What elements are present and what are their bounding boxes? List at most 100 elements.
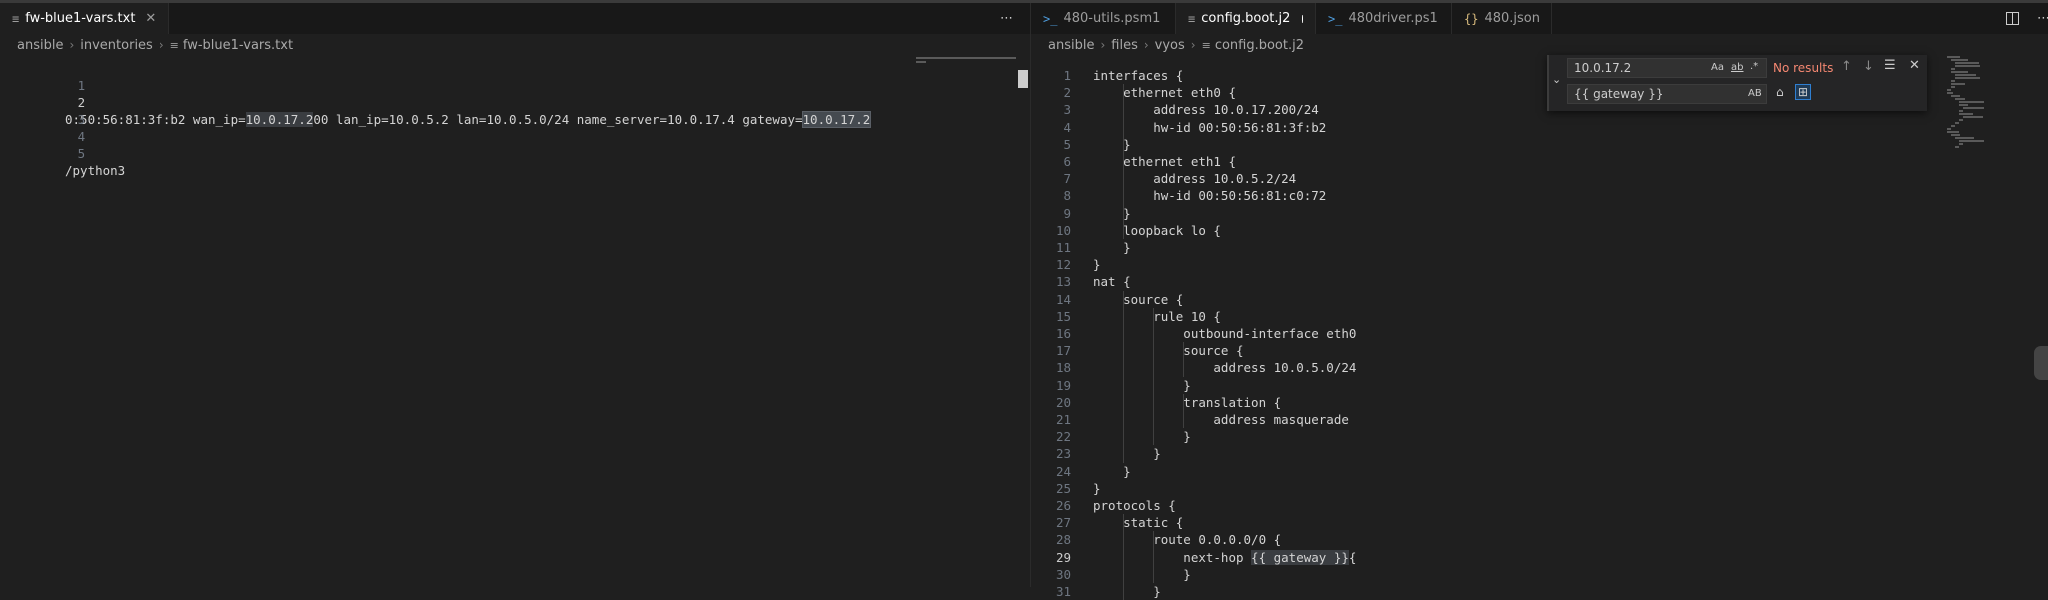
- file-text-icon: ≡: [1201, 38, 1211, 52]
- minimap-line: [1963, 116, 1983, 118]
- line-text: address 10.0.5.0/24: [1093, 360, 1357, 376]
- line-text: }: [1093, 446, 1161, 462]
- replace-one-icon[interactable]: ⌂: [1776, 85, 1784, 99]
- minimap-line: [1959, 110, 1963, 112]
- unsaved-dot-icon[interactable]: [1302, 14, 1303, 23]
- more-actions-icon[interactable]: ⋯: [1000, 11, 1013, 26]
- breadcrumb-item[interactable]: ansible: [1048, 38, 1094, 53]
- tab-480driver[interactable]: >_ 480driver.ps1: [1316, 3, 1452, 34]
- close-icon[interactable]: ✕: [145, 11, 156, 26]
- minimap-line: [1959, 101, 1985, 103]
- search-match: 10.0.17.2: [245, 112, 314, 127]
- tab-label: 480.json: [1484, 11, 1540, 26]
- line-text: rule 10 {: [1093, 308, 1221, 324]
- line-number: 12: [1055, 257, 1071, 273]
- find-replace-widget: ⌄ Aa ab .* No results ↑ ↓ ☰ ✕ AB ⌂ ⊞: [1547, 55, 1927, 111]
- line-number: 16: [1055, 326, 1071, 341]
- line-number: 3: [77, 112, 86, 127]
- right-editor-text-area[interactable]: 1 interfaces {2 ethernet eth0 {3 address …: [1031, 67, 2048, 600]
- indent-guide: [1123, 84, 1124, 239]
- left-editor-text-area[interactable]: 1 2 0:50:56:81:3f:b2 wan_ip=10.0.17.200 …: [0, 60, 1030, 587]
- powershell-icon: >_: [1328, 11, 1343, 26]
- match-case-icon[interactable]: Aa: [1711, 62, 1724, 73]
- preserve-case-icon[interactable]: AB: [1748, 88, 1762, 99]
- line-number: 6: [1063, 154, 1071, 169]
- tab-480-utils[interactable]: >_ 480-utils.psm1: [1031, 3, 1176, 34]
- toggle-replace-chevron-icon[interactable]: ⌄: [1552, 73, 1561, 86]
- next-match-arrow-down-icon[interactable]: ↓: [1863, 59, 1874, 74]
- tab-480-json[interactable]: {} 480.json: [1452, 3, 1552, 34]
- line-number: 30: [1055, 566, 1071, 582]
- left-editor-group: ≡ fw-blue1-vars.txt ✕ ⋯ ansible › invent…: [0, 3, 1030, 587]
- tab-fw-blue1-vars[interactable]: ≡ fw-blue1-vars.txt ✕: [0, 3, 170, 34]
- line-number: 26: [1055, 498, 1071, 513]
- line-number: 4: [77, 129, 86, 144]
- breadcrumb-item[interactable]: fw-blue1-vars.txt: [183, 38, 293, 53]
- chevron-right-icon: ›: [1100, 38, 1106, 52]
- minimap-line: [1959, 143, 1963, 145]
- line-text: }: [1093, 377, 1191, 393]
- breadcrumb-item[interactable]: files: [1111, 38, 1138, 53]
- line-number: 3: [1063, 102, 1071, 118]
- line-text: 0:50:56:81:3f:b2 wan_ip=10.0.17.200 lan_…: [65, 111, 872, 128]
- tab-label: 480-utils.psm1: [1063, 11, 1161, 26]
- line-text: hw-id 00:50:56:81:3f:b2: [1093, 119, 1327, 135]
- text-segment: 00 lan_ip=10.0.5.2 lan=10.0.5.0/24 name_…: [313, 112, 803, 127]
- line-number: 27: [1055, 515, 1071, 531]
- chevron-right-icon: ›: [158, 38, 164, 52]
- line-text: }: [1093, 136, 1131, 152]
- line-number: 29: [1055, 549, 1071, 565]
- minimap-line: [1955, 137, 1974, 139]
- minimap-line: [1951, 83, 1966, 85]
- minimap[interactable]: [1947, 56, 2047, 241]
- line-number: 28: [1055, 532, 1071, 548]
- line-text: }: [1093, 205, 1131, 221]
- use-regex-icon[interactable]: .*: [1750, 61, 1758, 72]
- line-number: 1: [77, 78, 86, 93]
- replace-all-icon[interactable]: ⊞: [1795, 84, 1812, 100]
- line-number: 31: [1055, 584, 1071, 599]
- previous-match-arrow-up-icon[interactable]: ↑: [1841, 59, 1852, 74]
- line-number: 10: [1055, 222, 1071, 238]
- file-text-icon: ≡: [169, 38, 179, 52]
- indent-guide: [1183, 342, 1184, 377]
- line-text: static {: [1093, 515, 1184, 531]
- breadcrumb-item[interactable]: inventories: [80, 38, 153, 53]
- chevron-right-icon: ›: [1143, 38, 1149, 52]
- minimap-line: [1951, 134, 1960, 136]
- more-actions-icon[interactable]: ⋯: [2037, 11, 2048, 26]
- tab-label: config.boot.j2: [1201, 11, 1291, 26]
- breadcrumb: ansible › files › vyos › ≡ config.boot.j…: [1031, 34, 2048, 56]
- line-text: }: [1093, 566, 1191, 582]
- minimap-line: [1959, 140, 1985, 142]
- minimap-line: [1955, 122, 1959, 124]
- line-text: hw-id 00:50:56:81:c0:72: [1093, 188, 1327, 204]
- minimap-line: [1955, 77, 1981, 79]
- breadcrumb-item[interactable]: ansible: [17, 38, 63, 53]
- minimap-line: [1951, 59, 1968, 61]
- scrollbar-thumb[interactable]: [2034, 346, 2048, 380]
- editor-line: 2 0:50:56:81:3f:b2 wan_ip=10.0.17.200 la…: [0, 77, 872, 128]
- breadcrumb-item[interactable]: config.boot.j2: [1215, 38, 1304, 53]
- line-text: address 10.0.17.200/24: [1093, 102, 1319, 118]
- json-icon: {}: [1464, 11, 1479, 26]
- line-number: 17: [1055, 343, 1071, 359]
- match-whole-word-icon[interactable]: ab: [1731, 62, 1743, 73]
- breadcrumb-item[interactable]: vyos: [1155, 38, 1185, 53]
- line-number: 23: [1055, 446, 1071, 462]
- indent-guide: [1153, 531, 1154, 583]
- replace-input[interactable]: [1567, 84, 1767, 104]
- minimap[interactable]: [916, 56, 1016, 76]
- line-text: }: [1093, 257, 1101, 273]
- minimap-line: [1959, 113, 1974, 115]
- line-text: ethernet eth0 {: [1093, 85, 1236, 101]
- file-text-icon: ≡: [12, 11, 20, 26]
- close-icon[interactable]: ✕: [1909, 58, 1920, 73]
- minimap-line: [1947, 131, 1960, 133]
- text-segment: {: [1348, 549, 1357, 565]
- minimap-line: [1955, 74, 1976, 76]
- split-editor-icon[interactable]: [2006, 12, 2019, 25]
- tab-config-boot[interactable]: ≡ config.boot.j2: [1176, 3, 1316, 34]
- minimap-slider[interactable]: [1018, 70, 1028, 88]
- find-in-selection-icon[interactable]: ☰: [1884, 58, 1896, 73]
